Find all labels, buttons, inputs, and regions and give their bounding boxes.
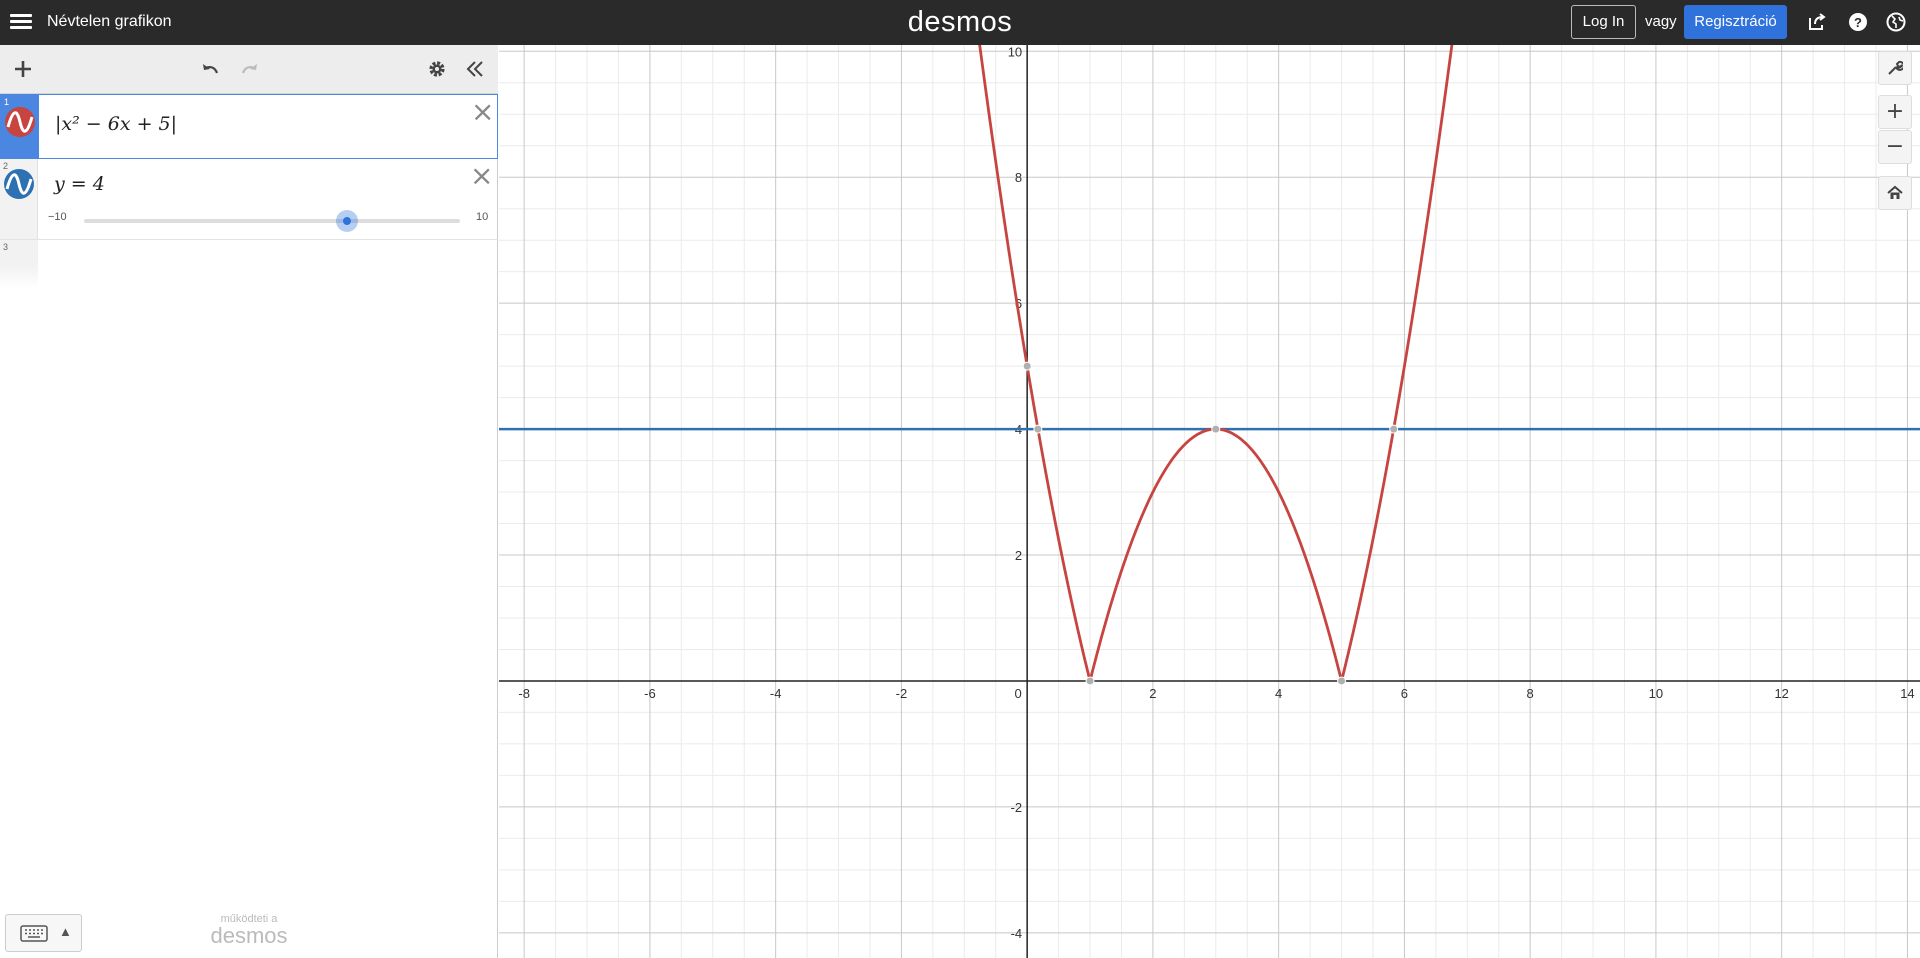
- x-tick-label: -6: [644, 686, 656, 701]
- graph-canvas[interactable]: -8-6-4-202468101214-4-2246810: [499, 45, 1920, 958]
- empty-expression-item[interactable]: 3: [0, 240, 498, 288]
- expression-panel: 1 |x² − 6x + 5| × 2 y = 4 × −10 10 3 ▲ m…: [0, 45, 498, 958]
- zoom-out-icon[interactable]: −: [1878, 130, 1912, 164]
- powered-by-desmos[interactable]: működteti a desmos: [195, 913, 303, 947]
- login-button[interactable]: Log In: [1571, 5, 1636, 39]
- settings-gear-icon[interactable]: [423, 55, 451, 83]
- point-of-interest: [1085, 676, 1095, 686]
- undo-icon[interactable]: [196, 55, 224, 83]
- expression-math[interactable]: |x² − 6x + 5|: [55, 113, 177, 135]
- x-tick-label: 6: [1401, 686, 1408, 701]
- share-icon[interactable]: [1805, 10, 1829, 34]
- slider-min-label[interactable]: −10: [48, 211, 67, 223]
- x-tick-label: 2: [1149, 686, 1156, 701]
- or-label: vagy: [1645, 13, 1677, 30]
- y-tick-label: 8: [1015, 170, 1022, 185]
- x-tick-label: 14: [1900, 686, 1914, 701]
- y-tick-label: -2: [1011, 800, 1023, 815]
- collapse-panel-icon[interactable]: [461, 55, 489, 83]
- expression-math[interactable]: y = 4: [54, 173, 105, 195]
- top-bar: Névtelen grafikon desmos Log In vagy Reg…: [0, 0, 1920, 45]
- keyboard-toggle-button[interactable]: ▲: [5, 914, 82, 952]
- delete-expression-icon[interactable]: ×: [471, 98, 494, 126]
- y-tick-label: 2: [1015, 548, 1022, 563]
- graph-style-red-icon[interactable]: [5, 107, 35, 137]
- x-tick-label: 4: [1275, 686, 1282, 701]
- expression-item[interactable]: 2 y = 4 × −10 10: [0, 159, 498, 240]
- graph-style-blue-icon[interactable]: [4, 169, 34, 199]
- x-tick-label: -4: [770, 686, 782, 701]
- graph-svg[interactable]: -8-6-4-202468101214-4-2246810: [499, 45, 1920, 958]
- x-tick-label: -2: [896, 686, 908, 701]
- x-tick-label: -8: [518, 686, 530, 701]
- x-tick-label: 8: [1527, 686, 1534, 701]
- redo-icon[interactable]: [236, 55, 264, 83]
- x-tick-label: 10: [1649, 686, 1663, 701]
- y-tick-label: -4: [1011, 926, 1023, 941]
- desmos-logo: desmos: [907, 6, 1013, 38]
- slider-thumb[interactable]: [336, 210, 359, 232]
- default-viewport-home-icon[interactable]: [1878, 176, 1912, 210]
- delete-expression-icon[interactable]: ×: [470, 162, 493, 190]
- y-tick-label: 10: [1008, 45, 1022, 59]
- x-tick-label: 12: [1774, 686, 1788, 701]
- svg-text:?: ?: [1854, 15, 1862, 30]
- point-of-interest: [1337, 676, 1347, 686]
- expression-item[interactable]: 1 |x² − 6x + 5| ×: [0, 94, 498, 159]
- language-globe-icon[interactable]: [1884, 10, 1908, 34]
- expression-index: 3: [3, 242, 9, 252]
- menu-icon[interactable]: [10, 11, 32, 33]
- point-of-interest: [1033, 424, 1043, 434]
- help-icon[interactable]: ?: [1846, 10, 1870, 34]
- point-of-interest: [1211, 424, 1221, 434]
- expression-toolbar: [0, 45, 498, 94]
- slider-max-label[interactable]: 10: [476, 211, 488, 223]
- keyboard-icon: [20, 925, 48, 942]
- powered-by-brand: desmos: [210, 923, 288, 948]
- graph-title[interactable]: Névtelen grafikon: [47, 13, 172, 31]
- slider-track[interactable]: [84, 210, 460, 232]
- zoom-in-icon[interactable]: +: [1878, 95, 1912, 129]
- expression-index: 1: [4, 97, 10, 107]
- signup-button[interactable]: Regisztráció: [1684, 5, 1787, 39]
- graph-settings-wrench-icon[interactable]: [1878, 51, 1912, 85]
- caret-up-icon: ▲: [59, 924, 72, 939]
- add-item-icon[interactable]: [9, 55, 37, 83]
- x-tick-label: 0: [1015, 686, 1022, 701]
- point-of-interest: [1389, 424, 1399, 434]
- point-of-interest: [1022, 361, 1032, 371]
